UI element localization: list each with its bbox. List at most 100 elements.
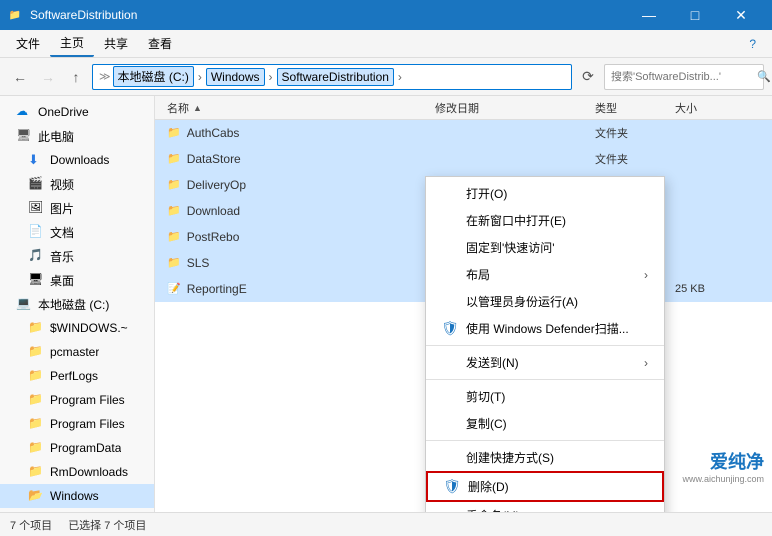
forward-button[interactable]: → xyxy=(36,65,60,89)
open-icon xyxy=(442,186,458,202)
sidebar-label-videos: 视频 xyxy=(50,176,74,193)
sidebar-item-programdata[interactable]: 📁 ProgramData xyxy=(0,436,154,460)
ctx-delete[interactable]: 🛡 删除(D) xyxy=(426,471,664,502)
ctx-send-to[interactable]: 发送到(N) xyxy=(426,349,664,376)
ctx-copy[interactable]: 复制(C) xyxy=(426,410,664,437)
watermark-logo: 爱纯净 xyxy=(682,448,764,474)
breadcrumb-localdisk[interactable]: 本地磁盘 (C:) xyxy=(113,66,194,87)
sidebar-label-perflogs: PerfLogs xyxy=(50,369,98,383)
sidebar-label-documents: 文档 xyxy=(50,224,74,241)
sidebar-item-windows[interactable]: 📁 $WINDOWS.~ xyxy=(0,316,154,340)
sidebar-label-onedrive: OneDrive xyxy=(38,105,89,119)
folder-icon-perflogs: 📁 xyxy=(28,368,44,384)
sidebar-item-programfiles1[interactable]: 📁 Program Files xyxy=(0,388,154,412)
folder-icon: 📁 xyxy=(167,256,181,269)
downloads-icon: ⬇ xyxy=(28,152,44,168)
sidebar-label-localdisk: 本地磁盘 (C:) xyxy=(38,296,109,313)
music-icon: 🎵 xyxy=(28,248,44,264)
admin-icon xyxy=(442,294,458,310)
file-list-header: 名称 ▲ 修改日期 类型 大小 xyxy=(155,96,772,120)
column-type[interactable]: 类型 xyxy=(595,100,675,116)
column-name[interactable]: 名称 ▲ xyxy=(155,100,435,116)
file-name: AuthCabs xyxy=(187,126,240,140)
sidebar-item-documents[interactable]: 📄 文档 xyxy=(0,220,154,244)
ctx-rename-label: 重命名(M) xyxy=(466,507,520,512)
ctx-pin-label: 固定到'快速访问' xyxy=(466,239,555,256)
breadcrumb-windows[interactable]: Windows xyxy=(206,68,265,86)
sidebar-item-music[interactable]: 🎵 音乐 xyxy=(0,244,154,268)
sidebar-item-videos[interactable]: 🎬 视频 xyxy=(0,172,154,196)
menu-file[interactable]: 文件 xyxy=(6,31,50,56)
sidebar-item-windows-selected[interactable]: 📂 Windows xyxy=(0,484,154,508)
breadcrumb: ≫ 本地磁盘 (C:) › Windows › SoftwareDistribu… xyxy=(99,66,404,87)
window-title: SoftwareDistribution xyxy=(30,8,626,22)
menu-help[interactable]: ? xyxy=(739,33,766,55)
sidebar-label-desktop: 桌面 xyxy=(50,272,74,289)
shortcut-icon xyxy=(442,450,458,466)
ctx-create-shortcut[interactable]: 创建快捷方式(S) xyxy=(426,444,664,471)
item-count: 7 个项目 xyxy=(10,517,52,533)
ctx-defender-label: 使用 Windows Defender扫描... xyxy=(466,320,629,337)
sidebar-item-programfiles2[interactable]: 📁 Program Files xyxy=(0,412,154,436)
breadcrumb-softwaredist[interactable]: SoftwareDistribution xyxy=(277,68,394,86)
folder-icon: 📁 xyxy=(167,152,181,165)
column-size[interactable]: 大小 xyxy=(675,100,772,116)
sidebar-item-rmdownloads[interactable]: 📁 RmDownloads xyxy=(0,460,154,484)
ctx-open[interactable]: 打开(O) xyxy=(426,180,664,207)
folder-icon: 📁 xyxy=(167,230,181,243)
defender-icon: 🛡 xyxy=(442,321,458,337)
menu-view[interactable]: 查看 xyxy=(138,31,182,56)
ctx-pin-quick[interactable]: 固定到'快速访问' xyxy=(426,234,664,261)
documents-icon: 📄 xyxy=(28,224,44,240)
ctx-open-new-window[interactable]: 在新窗口中打开(E) xyxy=(426,207,664,234)
menu-share[interactable]: 共享 xyxy=(94,31,138,56)
table-row[interactable]: 📁AuthCabs 文件夹 xyxy=(155,120,772,146)
sidebar-label-music: 音乐 xyxy=(50,248,74,265)
up-button[interactable]: ↑ xyxy=(64,65,88,89)
drive-icon: 💻 xyxy=(16,296,32,312)
back-button[interactable]: ← xyxy=(8,65,32,89)
sidebar-item-desktop[interactable]: 🖥 桌面 xyxy=(0,268,154,292)
maximize-button[interactable]: □ xyxy=(672,0,718,30)
search-box[interactable]: 🔍 xyxy=(604,64,764,90)
sidebar-item-thispc[interactable]: 🖥 此电脑 xyxy=(0,124,154,148)
sidebar-item-downloads[interactable]: ⬇ Downloads xyxy=(0,148,154,172)
sidebar-item-localdisk[interactable]: 💻 本地磁盘 (C:) xyxy=(0,292,154,316)
sidebar-label-pictures: 图片 xyxy=(50,200,74,217)
desktop-icon: 🖥 xyxy=(28,272,44,288)
delete-shield-icon: 🛡 xyxy=(444,479,460,495)
ctx-layout[interactable]: 布局 xyxy=(426,261,664,288)
file-name: ReportingE xyxy=(187,282,247,296)
menu-home[interactable]: 主页 xyxy=(50,30,94,57)
folder-icon: 📁 xyxy=(167,178,181,191)
sidebar-item-onedrive[interactable]: ☁ OneDrive xyxy=(0,100,154,124)
sidebar-label-pcmaster: pcmaster xyxy=(50,345,99,359)
sidebar-item-pictures[interactable]: 🖼 图片 xyxy=(0,196,154,220)
ctx-run-admin[interactable]: 以管理员身份运行(A) xyxy=(426,288,664,315)
send-icon xyxy=(442,355,458,371)
folder-icon-pf1: 📁 xyxy=(28,392,44,408)
ctx-cut[interactable]: 剪切(T) xyxy=(426,383,664,410)
ctx-defender[interactable]: 🛡 使用 Windows Defender扫描... xyxy=(426,315,664,342)
address-bar[interactable]: ≫ 本地磁盘 (C:) › Windows › SoftwareDistribu… xyxy=(92,64,572,90)
file-type: 文件夹 xyxy=(595,151,675,167)
title-bar: 📁 SoftwareDistribution — □ ✕ xyxy=(0,0,772,30)
file-name: DataStore xyxy=(187,152,241,166)
close-button[interactable]: ✕ xyxy=(718,0,764,30)
ctx-rename[interactable]: 重命名(M) xyxy=(426,502,664,512)
search-input[interactable] xyxy=(611,71,753,83)
table-row[interactable]: 📁 DataStore 文件夹 xyxy=(155,146,772,172)
refresh-button[interactable]: ⟳ xyxy=(576,65,600,89)
ctx-open-label: 打开(O) xyxy=(466,185,507,202)
sidebar-item-pcmaster[interactable]: 📁 pcmaster xyxy=(0,340,154,364)
title-bar-icons: 📁 xyxy=(8,8,22,22)
sidebar-label-pf1: Program Files xyxy=(50,393,125,407)
sidebar-label-pd: ProgramData xyxy=(50,441,121,455)
menu-bar: 文件 主页 共享 查看 ? xyxy=(0,30,772,58)
watermark: 爱纯净 www.aichunjing.com xyxy=(682,448,764,484)
sidebar-item-perflogs[interactable]: 📁 PerfLogs xyxy=(0,364,154,388)
file-doc-icon: 📝 xyxy=(167,282,181,295)
minimize-button[interactable]: — xyxy=(626,0,672,30)
open-new-icon xyxy=(442,213,458,229)
column-date[interactable]: 修改日期 xyxy=(435,100,595,116)
